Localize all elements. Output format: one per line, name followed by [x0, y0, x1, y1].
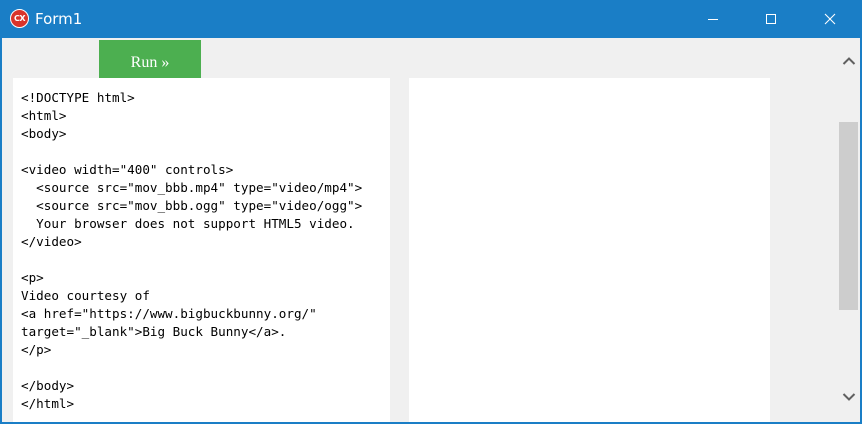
form-client-area: Run » <!DOCTYPE html> <html> <body> <video … [2, 38, 860, 422]
app-window: CX Form1 Run » <!DOCTYPE html> <html> <bod… [0, 0, 862, 424]
chevron-down-icon [842, 393, 855, 401]
cx-logo-icon: CX [10, 9, 29, 28]
code-line: target="_blank">Big Buck Bunny</a>. [21, 324, 287, 339]
code-line: <body> [21, 126, 67, 141]
code-line: <source src="mov_bbb.mp4" type="video/mp… [21, 180, 363, 195]
code-line: </html> [21, 396, 75, 411]
minimize-button[interactable] [690, 0, 736, 38]
code-line: <!DOCTYPE html> [21, 90, 135, 105]
maximize-icon [766, 14, 776, 24]
code-line: </video> [21, 234, 82, 249]
vertical-scrollbar[interactable] [837, 38, 860, 422]
code-line: <a href="https://www.bigbuckbunny.org/" [21, 306, 317, 321]
code-editor[interactable]: <!DOCTYPE html> <html> <body> <video width=… [13, 78, 390, 422]
preview-pane [409, 78, 770, 422]
run-button[interactable]: Run » [99, 40, 201, 78]
scroll-up-button[interactable] [837, 48, 860, 74]
code-line: Your browser does not support HTML5 vide… [21, 216, 355, 231]
maximize-button[interactable] [748, 0, 794, 38]
title-bar[interactable]: CX Form1 [0, 0, 862, 38]
code-line: Video courtesy of [21, 288, 150, 303]
code-line: <html> [21, 108, 67, 123]
code-line: <p> [21, 270, 44, 285]
code-text[interactable]: <!DOCTYPE html> <html> <body> <video width=… [13, 78, 390, 413]
code-line: <video width="400" controls> [21, 162, 234, 177]
window-title: Form1 [35, 10, 83, 28]
code-line: <source src="mov_bbb.ogg" type="video/og… [21, 198, 363, 213]
chevron-up-icon [842, 57, 855, 65]
minimize-icon [708, 19, 718, 20]
scroll-thumb[interactable] [839, 122, 858, 310]
code-line: </body> [21, 378, 75, 393]
close-button[interactable] [807, 0, 853, 38]
code-line: </p> [21, 342, 52, 357]
scroll-down-button[interactable] [837, 384, 860, 410]
close-icon [824, 13, 836, 25]
